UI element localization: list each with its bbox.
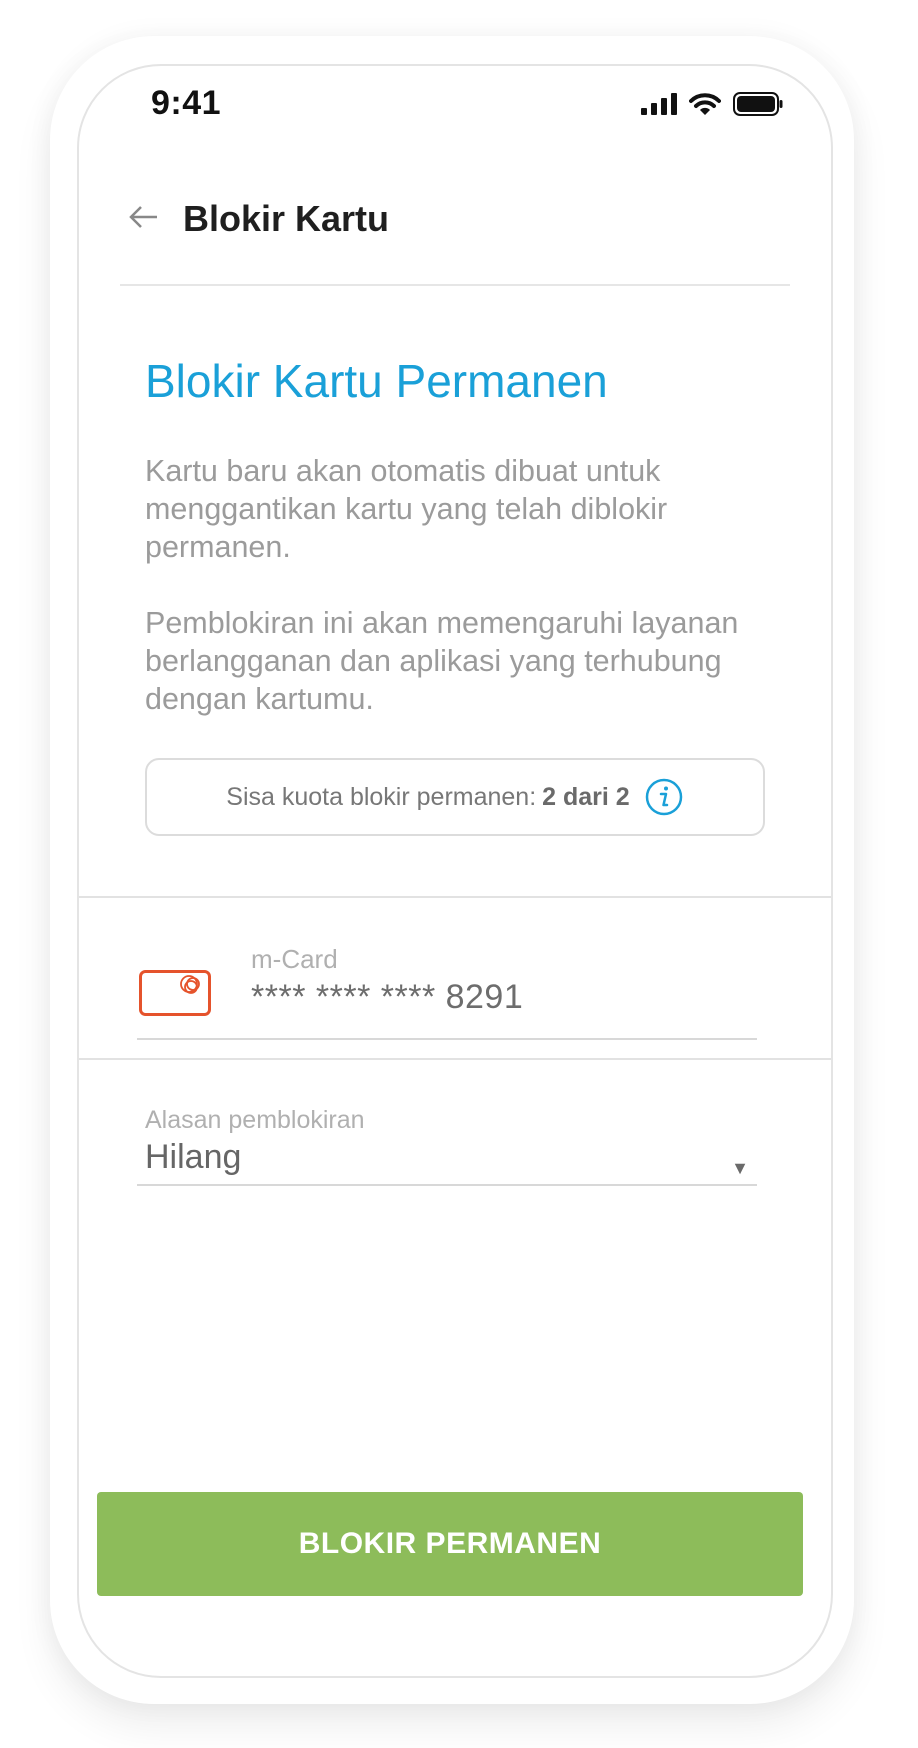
reason-value: Hilang (145, 1138, 242, 1176)
reason-dropdown[interactable]: Alasan pemblokiran Hilang ▼ (137, 1106, 757, 1186)
reason-label: Alasan pemblokiran (145, 1106, 365, 1134)
description-text-1: Kartu baru akan otomatis dibuat untuk me… (145, 454, 668, 564)
section-heading: Blokir Kartu Permanen (145, 355, 608, 407)
card-label: m-Card (251, 944, 338, 974)
quota-label: Sisa kuota blokir permanen: (226, 782, 537, 811)
wifi-icon (689, 93, 721, 115)
quota-value: 2 dari 2 (542, 782, 630, 811)
card-selector[interactable]: m-Card **** **** **** 8291 (79, 896, 831, 1060)
description-text-2: Pemblokiran ini akan memengaruhi layanan… (145, 606, 739, 716)
card-number: **** **** **** 8291 (251, 978, 524, 1016)
page-title: Blokir Kartu (183, 198, 390, 239)
block-permanent-button[interactable]: BLOKIR PERMANEN (97, 1492, 803, 1596)
reason-underline (137, 1184, 757, 1186)
quota-box: Sisa kuota blokir permanen: 2 dari 2 (145, 758, 765, 836)
card-underline (137, 1038, 757, 1040)
header-divider (120, 284, 790, 286)
card-icon (139, 970, 211, 1016)
signal-icon (641, 93, 677, 115)
chevron-down-icon: ▼ (731, 1158, 749, 1178)
phone-screen: 9:41 Blokir Kartu Blokir Kartu Permanen … (77, 64, 833, 1678)
status-icons (641, 92, 783, 116)
arrow-left-icon (129, 206, 157, 228)
info-icon[interactable] (644, 777, 684, 817)
app-header: Blokir Kartu (79, 178, 831, 278)
back-button[interactable] (127, 200, 161, 234)
status-time: 9:41 (151, 84, 222, 122)
battery-icon (733, 92, 783, 116)
